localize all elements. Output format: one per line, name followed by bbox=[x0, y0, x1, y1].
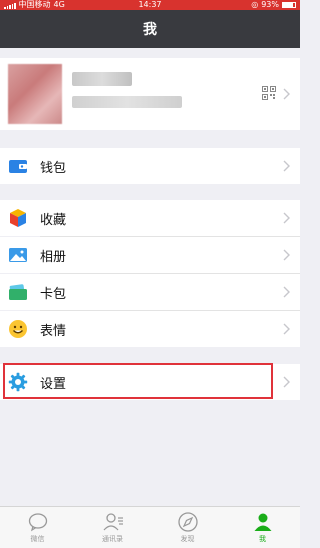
menu-item-stickers[interactable]: 表情 bbox=[0, 311, 300, 347]
tab-bar: 微信 通讯录 发现 我 bbox=[0, 506, 300, 548]
menu-item-album[interactable]: 相册 bbox=[0, 237, 300, 273]
profile-card[interactable] bbox=[0, 58, 300, 130]
tab-me[interactable]: 我 bbox=[225, 507, 300, 548]
chevron-right-icon bbox=[283, 88, 290, 100]
settings-highlight-box bbox=[3, 363, 273, 399]
tab-label: 发现 bbox=[180, 535, 195, 543]
menu-item-wallet[interactable]: 钱包 bbox=[0, 148, 300, 184]
menu-item-cards[interactable]: 卡包 bbox=[0, 274, 300, 310]
favorites-cube-icon bbox=[10, 209, 26, 227]
battery-icon bbox=[282, 2, 296, 8]
menu-item-favorites[interactable]: 收藏 bbox=[0, 200, 300, 236]
blurred-wechat-id bbox=[72, 96, 182, 108]
card-wallet-icon bbox=[9, 284, 27, 300]
status-bar: 中国移动 4G 14:37 ◎ 93% bbox=[0, 0, 300, 10]
menu-item-label: 收藏 bbox=[40, 212, 67, 228]
menu-item-label: 钱包 bbox=[40, 160, 67, 176]
menu-item-label: 表情 bbox=[40, 323, 67, 339]
avatar[interactable] bbox=[8, 64, 62, 124]
tab-label: 微信 bbox=[30, 535, 45, 543]
menu-item-label: 相册 bbox=[40, 249, 67, 265]
wallet-icon bbox=[9, 160, 27, 173]
chevron-right-icon bbox=[283, 249, 290, 261]
chevron-right-icon bbox=[283, 323, 290, 335]
chevron-right-icon bbox=[283, 160, 290, 172]
chevron-right-icon bbox=[283, 286, 290, 298]
contacts-icon bbox=[103, 513, 123, 531]
tab-label: 通讯录 bbox=[102, 535, 123, 543]
album-landscape-icon bbox=[9, 248, 27, 262]
person-icon bbox=[254, 513, 271, 531]
qr-code-icon[interactable] bbox=[262, 86, 276, 100]
menu-item-label: 卡包 bbox=[40, 286, 67, 302]
status-time: 14:37 bbox=[138, 0, 162, 9]
smiley-icon bbox=[9, 320, 27, 338]
nav-bar: 我 bbox=[0, 10, 300, 48]
tab-label: 我 bbox=[259, 535, 266, 543]
chevron-right-icon bbox=[283, 212, 290, 224]
tab-contacts[interactable]: 通讯录 bbox=[75, 507, 150, 548]
chat-bubble-icon bbox=[28, 513, 47, 532]
chevron-right-icon bbox=[283, 376, 290, 388]
compass-icon bbox=[177, 512, 198, 532]
tab-chats[interactable]: 微信 bbox=[0, 507, 75, 548]
tab-discover[interactable]: 发现 bbox=[150, 507, 225, 548]
blurred-nickname bbox=[72, 72, 132, 86]
page-title: 我 bbox=[143, 22, 157, 38]
